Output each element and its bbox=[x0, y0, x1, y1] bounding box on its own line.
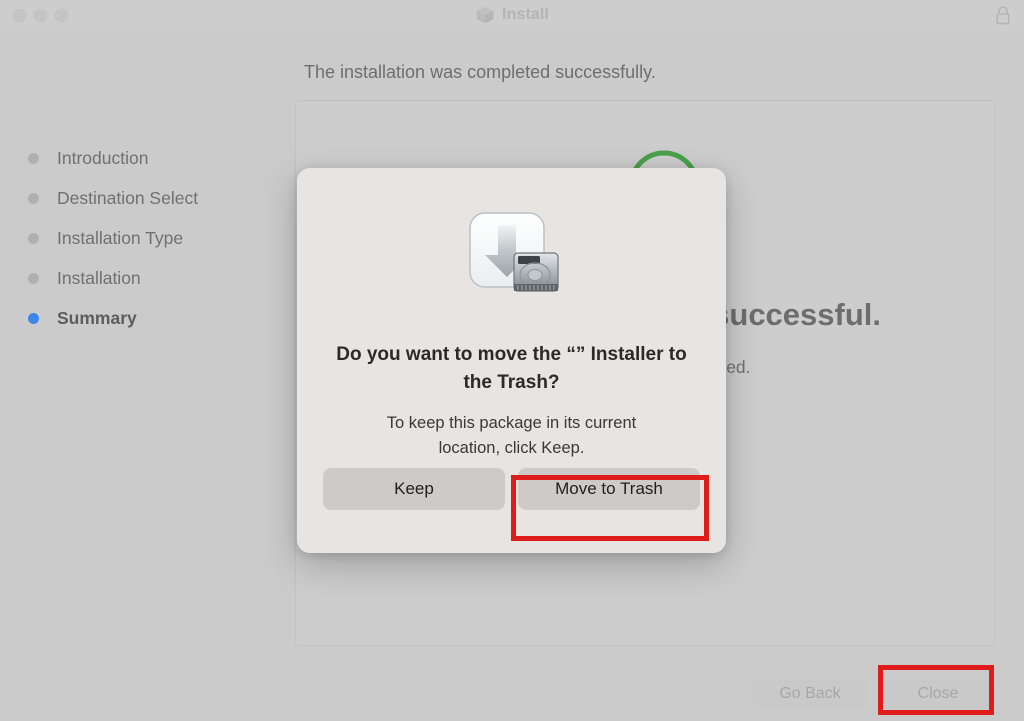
sidebar-item-label: Summary bbox=[57, 307, 137, 328]
window-title-group: Install bbox=[0, 0, 1024, 30]
step-list: Introduction Destination Select Installa… bbox=[28, 138, 198, 338]
step-dot-icon bbox=[28, 232, 39, 244]
dialog-message: To keep this package in its current loca… bbox=[386, 414, 637, 457]
zoom-window-button[interactable] bbox=[55, 8, 68, 22]
window-titlebar: Install bbox=[0, 0, 1024, 30]
step-dot-icon bbox=[28, 272, 39, 284]
window-title: Install bbox=[502, 6, 549, 23]
move-to-trash-dialog: Do you want to move the “” Installer to … bbox=[297, 168, 726, 553]
dialog-title: Do you want to move the “” Installer to … bbox=[336, 344, 687, 393]
move-to-trash-button[interactable]: Move to Trash bbox=[518, 468, 700, 510]
installer-sidebar: Introduction Destination Select Installa… bbox=[0, 30, 290, 721]
sidebar-item-destination-select: Destination Select bbox=[28, 178, 198, 218]
sidebar-item-label: Introduction bbox=[57, 147, 149, 168]
close-button[interactable]: Close bbox=[881, 679, 995, 709]
sidebar-item-label: Installation bbox=[57, 267, 141, 288]
minimize-window-button[interactable] bbox=[34, 8, 47, 22]
sidebar-item-summary: Summary bbox=[28, 298, 198, 338]
step-dot-icon bbox=[28, 152, 39, 164]
sidebar-item-label: Installation Type bbox=[57, 227, 184, 248]
close-window-button[interactable] bbox=[13, 8, 26, 22]
installer-window: Install Introduction Destination Select … bbox=[0, 0, 1024, 721]
page-title: The installation was completed successfu… bbox=[304, 62, 656, 82]
traffic-light-group bbox=[13, 0, 68, 30]
sidebar-item-introduction: Introduction bbox=[28, 138, 198, 178]
lock-closed-icon[interactable] bbox=[994, 5, 1012, 25]
dialog-icon-wrap bbox=[297, 205, 726, 313]
package-box-icon bbox=[476, 6, 494, 24]
step-dot-active-icon bbox=[28, 312, 39, 324]
dialog-button-bar: Keep Move to Trash bbox=[323, 468, 700, 510]
step-dot-icon bbox=[28, 192, 39, 204]
sidebar-item-label: Destination Select bbox=[57, 187, 199, 208]
sidebar-item-installation: Installation bbox=[28, 258, 198, 298]
go-back-button[interactable]: Go Back bbox=[753, 679, 867, 709]
sidebar-item-installation-type: Installation Type bbox=[28, 218, 198, 258]
footer-button-bar: Go Back Close bbox=[753, 679, 995, 709]
keep-button[interactable]: Keep bbox=[323, 468, 505, 510]
installer-package-drive-icon bbox=[468, 212, 559, 292]
